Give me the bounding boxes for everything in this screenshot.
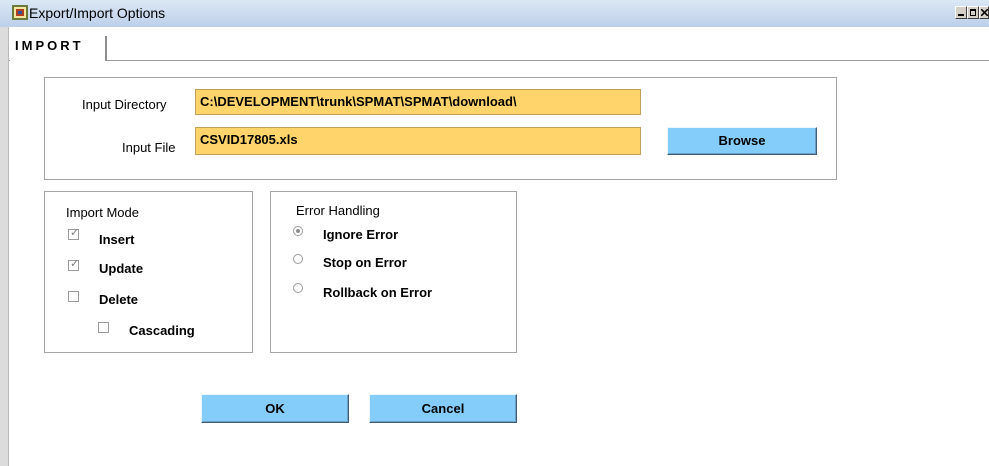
error-handling-group: Error Handling Ignore Error Stop on Erro… — [270, 191, 517, 353]
rollback-on-error-label: Rollback on Error — [323, 285, 433, 300]
input-file-label: Input File — [122, 140, 176, 155]
ignore-error-label: Ignore Error — [323, 227, 399, 242]
checkmark-icon: ✓ — [70, 227, 80, 239]
window-title: Export/Import Options — [29, 5, 166, 21]
delete-label: Delete — [99, 292, 139, 307]
update-checkbox[interactable]: ✓ — [68, 258, 80, 271]
cascading-label: Cascading — [129, 323, 195, 338]
stop-on-error-label: Stop on Error — [323, 255, 407, 270]
app-icon — [12, 5, 28, 20]
import-mode-title: Import Mode — [66, 205, 139, 220]
tab-strip-divider — [9, 60, 989, 61]
close-icon — [981, 9, 988, 16]
maximize-icon — [970, 9, 976, 16]
minimize-icon — [958, 14, 964, 16]
cancel-button[interactable]: Cancel — [369, 394, 517, 423]
input-directory-label: Input Directory — [82, 97, 167, 112]
insert-checkbox[interactable]: ✓ — [68, 227, 80, 240]
delete-checkbox[interactable] — [68, 291, 79, 302]
error-handling-title: Error Handling — [296, 203, 380, 218]
ignore-error-radio[interactable] — [293, 226, 303, 236]
radio-selected-dot — [296, 229, 300, 233]
input-file-field[interactable]: CSVID17805.xls — [195, 127, 641, 155]
input-directory-field[interactable]: C:\DEVELOPMENT\trunk\SPMAT\SPMAT\downloa… — [195, 89, 641, 115]
browse-button[interactable]: Browse — [667, 127, 817, 155]
rollback-on-error-radio[interactable] — [293, 283, 303, 293]
import-mode-group: Import Mode ✓ Insert ✓ Update Delete Cas… — [44, 191, 253, 353]
cascading-checkbox[interactable] — [98, 322, 109, 333]
minimize-button[interactable] — [955, 6, 967, 19]
update-label: Update — [99, 261, 144, 276]
ok-button[interactable]: OK — [201, 394, 349, 423]
input-location-group: Input Directory C:\DEVELOPMENT\trunk\SPM… — [44, 77, 837, 180]
window-titlebar[interactable]: Export/Import Options — [0, 0, 989, 27]
maximize-button[interactable] — [967, 6, 979, 19]
insert-label: Insert — [99, 232, 135, 247]
tab-import[interactable]: IMPORT — [10, 36, 107, 61]
close-button[interactable] — [979, 6, 989, 19]
stop-on-error-radio[interactable] — [293, 254, 303, 264]
checkmark-icon: ✓ — [70, 258, 80, 270]
window-left-border — [0, 27, 9, 466]
